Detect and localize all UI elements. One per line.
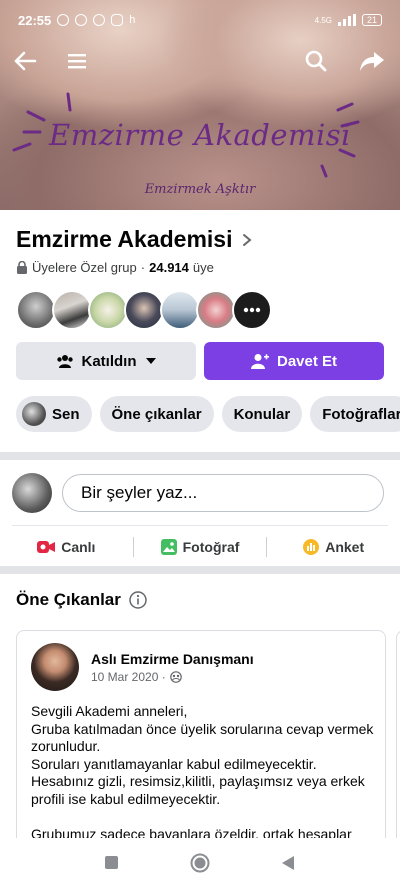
battery-icon: 21 xyxy=(361,14,382,26)
highlight-post-card[interactable]: Aslı Emzirme Danışmanı 10 Mar 2020 · Sev… xyxy=(16,630,386,870)
signal-icon xyxy=(337,14,356,26)
section-divider xyxy=(0,566,400,574)
share-button[interactable] xyxy=(355,44,389,78)
group-title[interactable]: Emzirme Akademisi xyxy=(16,226,254,253)
cover-title: Emzirme Akademisi xyxy=(49,118,351,152)
live-label: Canlı xyxy=(61,539,96,555)
system-navigation-bar xyxy=(0,838,400,888)
chevron-right-icon xyxy=(243,233,253,246)
recent-apps-icon[interactable] xyxy=(105,856,119,870)
member-count[interactable]: 24.914 xyxy=(149,260,189,275)
menu-button[interactable] xyxy=(60,44,94,78)
more-dots-icon xyxy=(243,307,261,313)
tab-chips: Sen Öne çıkanlar Konular Fotoğraflar xyxy=(16,396,400,432)
post-date-text: 10 Mar 2020 · xyxy=(91,670,166,684)
group-audience-icon xyxy=(169,671,182,683)
avatar[interactable] xyxy=(12,473,52,513)
joined-label: Katıldın xyxy=(81,352,137,370)
post-author[interactable]: Aslı Emzirme Danışmanı xyxy=(91,651,254,667)
search-icon xyxy=(305,50,327,72)
photo-button[interactable]: Fotoğraf xyxy=(134,539,267,555)
share-icon xyxy=(360,52,384,71)
post-line xyxy=(31,809,376,827)
member-label: üye xyxy=(192,260,214,275)
avatar[interactable] xyxy=(52,290,92,330)
post-body: Sevgili Akademi anneleri, Gruba katılmad… xyxy=(31,703,376,844)
add-person-icon xyxy=(250,354,269,369)
whatsapp-icon xyxy=(93,14,106,26)
search-button[interactable] xyxy=(299,44,333,78)
cover-photo[interactable]: 22:55 h 4.5G 21 Emzirme Akademisi Emzirm… xyxy=(0,0,400,210)
tab-highlights[interactable]: Öne çıkanlar xyxy=(99,396,214,432)
avatar[interactable] xyxy=(196,290,236,330)
section-title: Öne Çıkanlar xyxy=(16,590,121,609)
live-button[interactable]: Canlı xyxy=(0,539,133,555)
back-button[interactable] xyxy=(8,44,42,78)
avatar xyxy=(22,402,46,426)
post-line: Hesabınız gizli, resimsiz,kilitli, payla… xyxy=(31,773,365,807)
composer-actions: Canlı Fotoğraf Anket xyxy=(0,530,400,564)
avatar[interactable] xyxy=(124,290,164,330)
highlights-header: Öne Çıkanlar xyxy=(16,590,147,610)
post-line: Sevgili Akademi anneleri, xyxy=(31,703,188,719)
caret-down-icon xyxy=(145,358,156,364)
info-icon[interactable] xyxy=(129,591,147,609)
post-composer-input[interactable]: Bir şeyler yaz... xyxy=(62,474,384,512)
avatar[interactable] xyxy=(16,290,56,330)
group-name: Emzirme Akademisi xyxy=(16,226,233,252)
home-icon[interactable] xyxy=(190,853,210,873)
section-divider xyxy=(0,452,400,460)
avatar[interactable] xyxy=(160,290,200,330)
post-date: 10 Mar 2020 · xyxy=(91,670,182,684)
composer-placeholder: Bir şeyler yaz... xyxy=(81,483,198,502)
group-privacy: Üyelere Özel grup xyxy=(32,260,137,275)
do-not-disturb-icon xyxy=(57,14,70,26)
alarm-icon xyxy=(75,14,88,26)
group-icon xyxy=(56,355,73,368)
tab-label: Konular xyxy=(233,405,291,423)
list-icon xyxy=(68,54,86,69)
poll-label: Anket xyxy=(325,539,365,555)
member-avatars[interactable] xyxy=(16,290,272,330)
author-avatar[interactable] xyxy=(31,643,79,691)
photo-label: Fotoğraf xyxy=(182,539,240,555)
back-arrow-icon xyxy=(14,51,37,71)
tab-you[interactable]: Sen xyxy=(16,396,92,432)
post-line: Soruları yanıtlamayanlar kabul edilmeyec… xyxy=(31,755,317,772)
poll-button[interactable]: Anket xyxy=(267,539,400,555)
invite-label: Davet Et xyxy=(276,352,338,370)
cover-subtitle: Emzirmek Aşktır xyxy=(144,182,256,197)
tab-label: Öne çıkanlar xyxy=(111,405,202,423)
tab-topics[interactable]: Konular xyxy=(221,396,303,432)
more-members-avatar[interactable] xyxy=(232,290,272,330)
invite-button[interactable]: Davet Et xyxy=(204,342,384,380)
avatar[interactable] xyxy=(88,290,128,330)
instagram-icon xyxy=(111,14,124,26)
status-extra: h xyxy=(129,14,136,26)
joined-button[interactable]: Katıldın xyxy=(16,342,196,380)
next-highlight-card[interactable] xyxy=(396,630,400,870)
group-meta: Üyelere Özel grup · 24.914 üye xyxy=(16,260,214,275)
status-time: 22:55 xyxy=(18,12,52,28)
meta-separator: · xyxy=(140,260,146,275)
tab-label: Sen xyxy=(52,405,80,423)
live-video-icon xyxy=(37,541,56,553)
tab-photos[interactable]: Fotoğraflar xyxy=(310,396,400,432)
tab-label: Fotoğraflar xyxy=(322,405,400,423)
lock-icon xyxy=(17,261,27,274)
post-line: Gruba katılmadan önce üyelik sorularına … xyxy=(31,720,374,755)
status-bar: 22:55 h 4.5G 21 xyxy=(0,0,400,40)
back-triangle-icon[interactable] xyxy=(281,855,295,871)
photo-icon xyxy=(160,539,177,555)
network-label: 4.5G xyxy=(314,15,332,25)
poll-icon xyxy=(303,539,320,555)
divider xyxy=(12,525,388,526)
